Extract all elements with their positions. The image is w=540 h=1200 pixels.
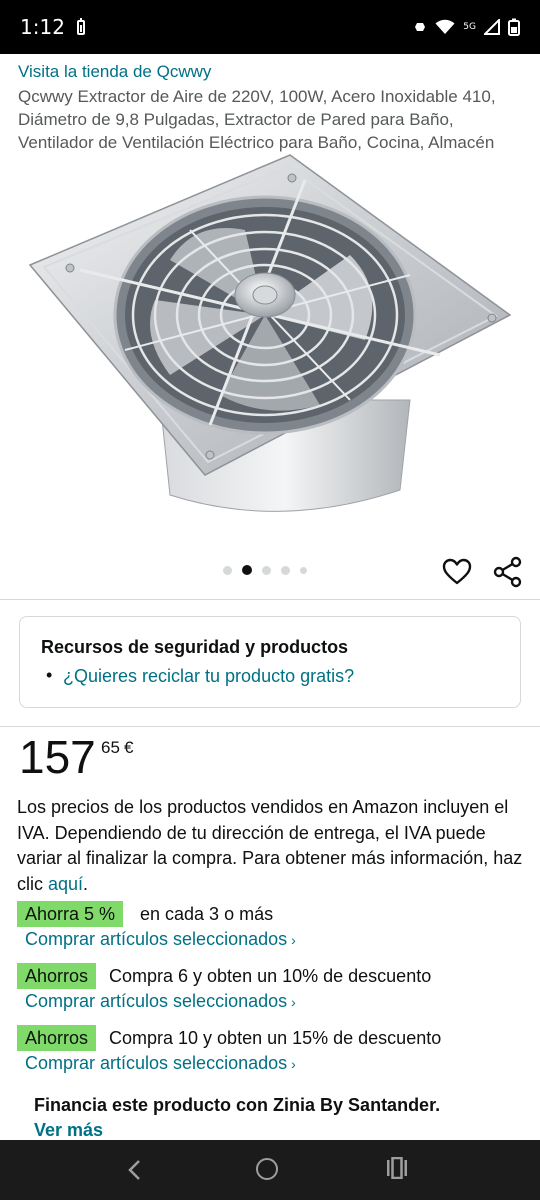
battery-icon: [508, 18, 520, 36]
carousel-dot[interactable]: [262, 565, 271, 575]
carousel-dot-active[interactable]: [242, 565, 252, 575]
promo-text: en cada 3 o más: [140, 904, 274, 924]
price-whole: 157: [19, 731, 96, 783]
section-divider: [0, 599, 540, 600]
status-bar: 1:12 5G: [0, 0, 540, 54]
chevron-right-icon: ›: [291, 1056, 296, 1072]
safety-card-title: Recursos de seguridad y productos: [41, 637, 349, 657]
promo-link-label: Comprar artículos seleccionados: [25, 929, 288, 949]
recent-apps-icon[interactable]: [386, 1157, 408, 1179]
image-carousel-dots[interactable]: [223, 565, 307, 575]
product-image[interactable]: [20, 150, 520, 545]
chevron-right-icon: ›: [291, 994, 296, 1010]
promo-badge: Ahorros: [17, 963, 97, 989]
price-currency: €: [124, 738, 134, 757]
price-fraction: 65: [101, 738, 120, 757]
vat-more-info-link[interactable]: aquí: [48, 874, 83, 894]
vibrate-icon: [415, 23, 426, 31]
status-icons: 5G: [413, 18, 520, 36]
vat-notice-end: .: [83, 873, 89, 894]
back-icon[interactable]: [124, 1158, 146, 1182]
promo-text: Compra 6 y obten un 10% de descuento: [109, 966, 432, 986]
chevron-right-icon: ›: [291, 932, 296, 948]
product-title: Qcwwy Extractor de Aire de 220V, 100W, A…: [18, 87, 496, 152]
promo-badge: Ahorros: [17, 1025, 97, 1051]
promo-badge: Ahorra 5 %: [17, 901, 124, 927]
visit-store-link[interactable]: Visita la tienda de Qcwwy: [18, 62, 211, 82]
shop-selected-items-link[interactable]: Comprar artículos seleccionados ›: [25, 926, 296, 953]
promo-link-label: Comprar artículos seleccionados: [25, 1053, 288, 1073]
promo-text: Compra 10 y obten un 15% de descuento: [109, 1028, 442, 1048]
carousel-dot[interactable]: [281, 565, 290, 575]
vat-notice: Los precios de los productos vendidos en…: [17, 795, 523, 897]
wifi-icon: [435, 19, 455, 34]
safety-resources-card: Recursos de seguridad y productos • ¿Qui…: [19, 616, 521, 708]
battery-saver-icon: [76, 17, 85, 35]
shop-selected-items-link[interactable]: Comprar artículos seleccionados ›: [25, 1050, 296, 1077]
shop-selected-items-link[interactable]: Comprar artículos seleccionados ›: [25, 988, 296, 1015]
financing-more-link[interactable]: Ver más: [34, 1120, 103, 1141]
cell-signal-icon: [484, 19, 500, 35]
home-icon[interactable]: [256, 1158, 278, 1180]
financing-title: Financia este producto con Zinia By Sant…: [34, 1095, 441, 1115]
section-divider: [0, 726, 540, 727]
recycle-product-link[interactable]: ¿Quieres reciclar tu producto gratis?: [63, 666, 354, 687]
heart-icon[interactable]: [441, 556, 473, 588]
promo-link-label: Comprar artículos seleccionados: [25, 991, 288, 1011]
status-time: 1:12: [20, 15, 65, 39]
vat-notice-text: Los precios de los productos vendidos en…: [17, 797, 523, 894]
carousel-dot[interactable]: [223, 565, 232, 575]
carousel-dot[interactable]: [300, 566, 307, 574]
list-bullet: •: [46, 665, 53, 685]
share-icon[interactable]: [492, 556, 524, 588]
network-type: 5G: [463, 22, 476, 32]
system-nav-bar: [0, 1140, 540, 1200]
